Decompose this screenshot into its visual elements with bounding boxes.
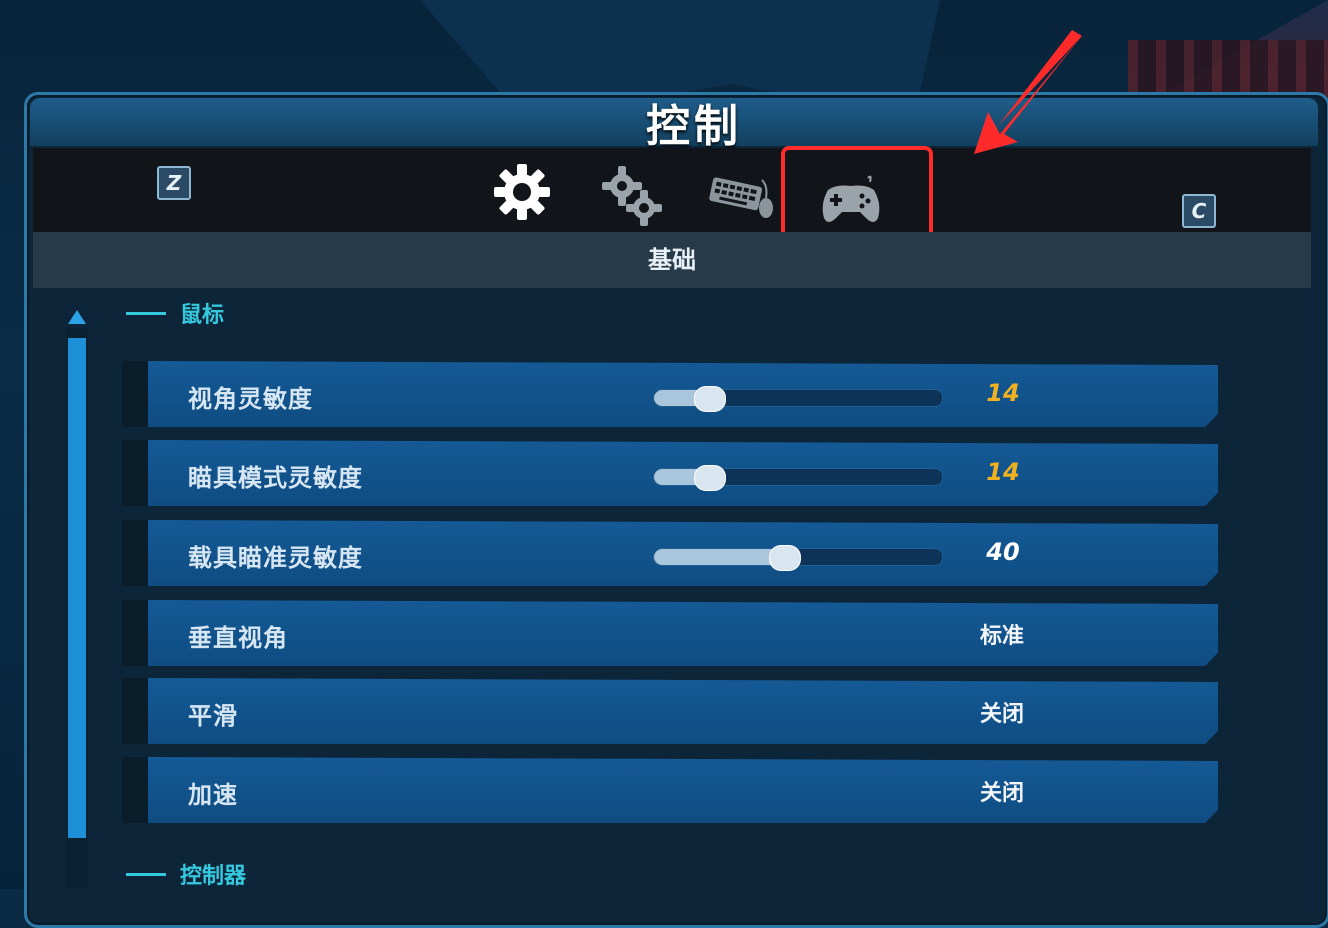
row-edge — [122, 600, 148, 666]
section-title: 鼠标 — [180, 303, 225, 328]
gears-icon — [602, 166, 662, 226]
next-tab-key-hint[interactable]: C — [1182, 194, 1216, 228]
setting-option-value[interactable]: 关闭 — [960, 696, 1044, 728]
tab-keyboard-mouse[interactable] — [706, 172, 776, 226]
slider-thumb[interactable] — [769, 545, 802, 571]
row-edge — [122, 361, 148, 427]
page-title: 控制 — [646, 101, 742, 152]
gear-icon — [494, 164, 550, 220]
section-header-controller: 控制器 — [126, 858, 246, 890]
setting-label: 垂直视角 — [188, 624, 288, 652]
scroll-up-arrow-icon[interactable] — [68, 310, 86, 324]
setting-label: 加速 — [188, 781, 238, 809]
setting-row-scope-sensitivity[interactable]: 瞄具模式灵敏度 14 — [148, 440, 1218, 506]
setting-row-look-sensitivity[interactable]: 视角灵敏度 14 — [148, 361, 1218, 427]
red-arrow-annotation — [974, 30, 1082, 154]
keyboard-mouse-icon — [709, 177, 773, 218]
setting-label: 瞄具模式灵敏度 — [188, 464, 363, 492]
setting-label: 视角灵敏度 — [188, 385, 313, 413]
prev-tab-key-hint[interactable]: Z — [157, 166, 191, 200]
setting-row-smoothing[interactable]: 平滑 关闭 — [148, 678, 1218, 744]
setting-row-acceleration[interactable]: 加速 关闭 — [148, 757, 1218, 823]
row-edge — [122, 440, 148, 506]
subtab-title: 基础 — [648, 246, 696, 274]
setting-label: 载具瞄准灵敏度 — [188, 544, 363, 572]
slider-fill — [654, 549, 785, 565]
setting-label: 平滑 — [188, 702, 238, 730]
tab-bar — [33, 148, 1311, 238]
sensitivity-slider[interactable] — [653, 386, 943, 412]
row-edge — [122, 678, 148, 744]
row-edge — [122, 520, 148, 586]
sensitivity-slider[interactable] — [653, 545, 943, 571]
tab-gears[interactable] — [600, 164, 666, 232]
scrollbar-thumb[interactable] — [68, 338, 86, 838]
setting-option-value[interactable]: 关闭 — [960, 775, 1044, 807]
section-header-mouse: 鼠标 — [126, 297, 224, 329]
section-dash — [126, 872, 166, 876]
sensitivity-slider[interactable] — [653, 465, 943, 491]
tab-gear[interactable] — [490, 160, 554, 228]
setting-row-vehicle-aim-sensitivity[interactable]: 载具瞄准灵敏度 40 — [148, 520, 1218, 586]
slider-thumb[interactable] — [694, 386, 727, 412]
setting-value: 14 — [986, 379, 1020, 407]
setting-value: 14 — [986, 458, 1020, 486]
setting-row-vertical-view[interactable]: 垂直视角 标准 — [148, 600, 1218, 666]
row-edge — [122, 757, 148, 823]
setting-option-value[interactable]: 标准 — [960, 618, 1044, 650]
slider-thumb[interactable] — [694, 465, 727, 491]
section-title: 控制器 — [180, 864, 247, 889]
section-dash — [126, 311, 166, 315]
setting-value: 40 — [986, 538, 1020, 566]
